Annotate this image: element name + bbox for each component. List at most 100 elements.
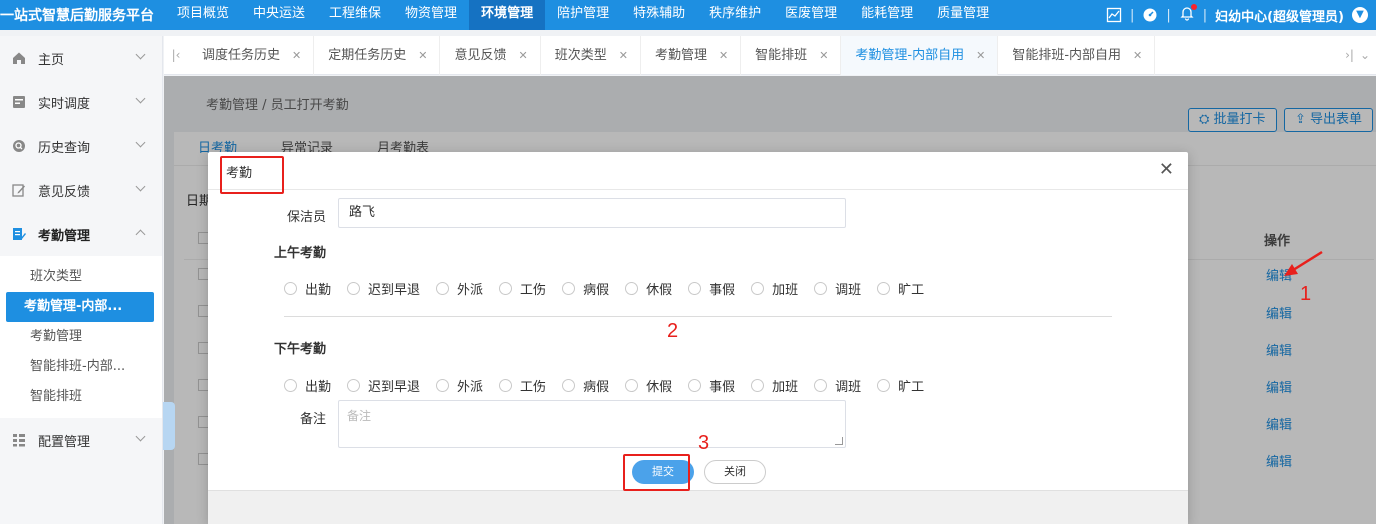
radio-dot xyxy=(625,379,639,392)
sidebar-item-home[interactable]: 主页 xyxy=(0,36,162,80)
close-icon[interactable]: ✕ xyxy=(292,36,301,75)
close-button[interactable]: 关闭 xyxy=(704,460,766,484)
topnav-item-order[interactable]: 秩序维护 xyxy=(697,0,773,30)
chevron-down-icon xyxy=(135,49,146,60)
radio-am-injury[interactable]: 工伤 xyxy=(499,279,546,298)
radio-am-shift-swap[interactable]: 调班 xyxy=(814,279,861,298)
separator: | xyxy=(1129,7,1135,23)
tab-attendance-internal[interactable]: 考勤管理-内部自用 ✕ xyxy=(841,35,999,75)
radio-pm-sick[interactable]: 病假 xyxy=(562,376,609,395)
topnav-item-medical-waste[interactable]: 医废管理 xyxy=(773,0,849,30)
tab-dispatch-history[interactable]: 调度任务历史 ✕ xyxy=(188,35,315,75)
close-icon[interactable]: ✕ xyxy=(1133,36,1142,75)
radio-label: 病假 xyxy=(583,380,610,395)
dashboard-icon[interactable] xyxy=(1142,7,1158,23)
tab-feedback[interactable]: 意见反馈 ✕ xyxy=(440,35,541,75)
tab-label: 调度任务历史 xyxy=(202,47,281,63)
sidebar-subitem-scheduling[interactable]: 智能排班 xyxy=(6,382,154,412)
am-attendance-options: 出勤 迟到早退 外派 工伤 病假 休假 事假 加班 调班 旷工 xyxy=(284,279,940,298)
close-icon[interactable]: ✕ xyxy=(619,36,628,75)
close-icon[interactable]: ✕ xyxy=(418,36,427,75)
radio-dot xyxy=(347,282,361,295)
close-icon[interactable]: ✕ xyxy=(976,36,985,75)
tabs-scroll-controls: ›| ⌄ xyxy=(1345,48,1376,62)
tabs-scroll-left[interactable]: |‹ xyxy=(164,48,188,62)
radio-dot xyxy=(499,379,513,392)
radio-am-present[interactable]: 出勤 xyxy=(284,279,331,298)
remark-textarea[interactable]: 备注 xyxy=(338,400,846,448)
tab-label: 定期任务历史 xyxy=(328,47,407,63)
cleaner-label: 保洁员 xyxy=(286,210,326,225)
radio-am-absent[interactable]: 旷工 xyxy=(877,279,924,298)
radio-am-sick[interactable]: 病假 xyxy=(562,279,609,298)
radio-pm-vacation[interactable]: 休假 xyxy=(625,376,672,395)
topnav-item-environment[interactable]: 环境管理 xyxy=(469,0,546,30)
resize-grip[interactable] xyxy=(835,437,843,445)
bell-icon xyxy=(1180,7,1194,21)
topnav-item-materials[interactable]: 物资管理 xyxy=(393,0,469,30)
sidebar-subitem-attendance-internal[interactable]: 考勤管理-内部... xyxy=(6,292,154,322)
radio-am-late[interactable]: 迟到早退 xyxy=(347,279,420,298)
am-attendance-title: 上午考勤 xyxy=(274,246,327,261)
radio-label: 外派 xyxy=(457,380,484,395)
radio-label: 加班 xyxy=(772,380,799,395)
sidebar: 主页 实时调度 历史查询 意见反馈 考勤管理 班次类型 考勤管理-内部... 考… xyxy=(0,36,163,524)
tabs-scroll-right[interactable]: ›| xyxy=(1345,48,1354,62)
sidebar-item-dispatch[interactable]: 实时调度 xyxy=(0,80,162,124)
chart-icon[interactable] xyxy=(1106,7,1122,23)
radio-label: 工伤 xyxy=(520,380,547,395)
sidebar-subitem-attendance[interactable]: 考勤管理 xyxy=(6,322,154,352)
topnav-item-maintenance[interactable]: 工程维保 xyxy=(317,0,393,30)
topnav-item-central-transport[interactable]: 中央运送 xyxy=(241,0,317,30)
user-name[interactable]: 妇幼中心(超级管理员) xyxy=(1215,6,1344,25)
tab-attendance[interactable]: 考勤管理 ✕ xyxy=(641,35,742,75)
tab-scheduling[interactable]: 智能排班 ✕ xyxy=(741,35,842,75)
radio-pm-overtime[interactable]: 加班 xyxy=(751,376,798,395)
sidebar-item-config[interactable]: 配置管理 xyxy=(0,418,162,462)
chevron-down-icon[interactable]: ⌄ xyxy=(1360,48,1370,62)
close-icon[interactable]: ✕ xyxy=(518,36,527,75)
tab-periodic-history[interactable]: 定期任务历史 ✕ xyxy=(314,35,441,75)
radio-pm-late[interactable]: 迟到早退 xyxy=(347,376,420,395)
radio-pm-dispatch[interactable]: 外派 xyxy=(436,376,483,395)
topnav-item-quality[interactable]: 质量管理 xyxy=(925,0,1001,30)
close-icon[interactable]: ✕ xyxy=(819,36,828,75)
topnav-item-energy[interactable]: 能耗管理 xyxy=(849,0,925,30)
radio-label: 休假 xyxy=(646,380,673,395)
top-nav: 项目概览 中央运送 工程维保 物资管理 环境管理 陪护管理 特殊辅助 秩序维护 … xyxy=(165,0,1001,30)
tab-shift-type[interactable]: 班次类型 ✕ xyxy=(541,35,641,75)
notification-bell[interactable] xyxy=(1179,4,1197,25)
sidebar-item-attendance[interactable]: 考勤管理 xyxy=(0,212,162,256)
sidebar-item-history[interactable]: 历史查询 xyxy=(0,124,162,168)
chevron-down-icon[interactable]: ▼ xyxy=(1352,7,1368,23)
tab-scheduling-internal[interactable]: 智能排班-内部自用 ✕ xyxy=(998,35,1156,75)
tab-label: 智能排班-内部自用 xyxy=(1012,47,1122,63)
pm-attendance-title: 下午考勤 xyxy=(274,342,327,357)
cleaner-field[interactable]: 路飞 xyxy=(338,198,846,228)
radio-pm-absent[interactable]: 旷工 xyxy=(877,376,924,395)
radio-am-overtime[interactable]: 加班 xyxy=(751,279,798,298)
topnav-item-escort[interactable]: 陪护管理 xyxy=(545,0,621,30)
topnav-item-special-assist[interactable]: 特殊辅助 xyxy=(621,0,697,30)
sidebar-subitem-scheduling-internal[interactable]: 智能排班-内部... xyxy=(6,352,154,382)
annotation-box-title xyxy=(220,156,284,194)
radio-am-vacation[interactable]: 休假 xyxy=(625,279,672,298)
chevron-down-icon xyxy=(135,137,146,148)
radio-am-dispatch[interactable]: 外派 xyxy=(436,279,483,298)
remark-label: 备注 xyxy=(299,412,326,427)
topnav-item-overview[interactable]: 项目概览 xyxy=(165,0,241,30)
sidebar-item-feedback[interactable]: 意见反馈 xyxy=(0,168,162,212)
chevron-down-icon xyxy=(135,431,146,442)
close-icon[interactable]: ✕ xyxy=(1159,161,1174,179)
radio-pm-shift-swap[interactable]: 调班 xyxy=(814,376,861,395)
sidebar-subitem-shift-type[interactable]: 班次类型 xyxy=(6,262,154,292)
annotation-number-3: 3 xyxy=(698,432,710,454)
separator: | xyxy=(1202,7,1208,23)
radio-pm-present[interactable]: 出勤 xyxy=(284,376,331,395)
close-icon[interactable]: ✕ xyxy=(719,36,728,75)
radio-pm-injury[interactable]: 工伤 xyxy=(499,376,546,395)
sidebar-item-label: 意见反馈 xyxy=(38,184,91,200)
radio-am-personal[interactable]: 事假 xyxy=(688,279,735,298)
radio-pm-personal[interactable]: 事假 xyxy=(688,376,735,395)
sidebar-collapse-handle[interactable] xyxy=(163,402,175,450)
